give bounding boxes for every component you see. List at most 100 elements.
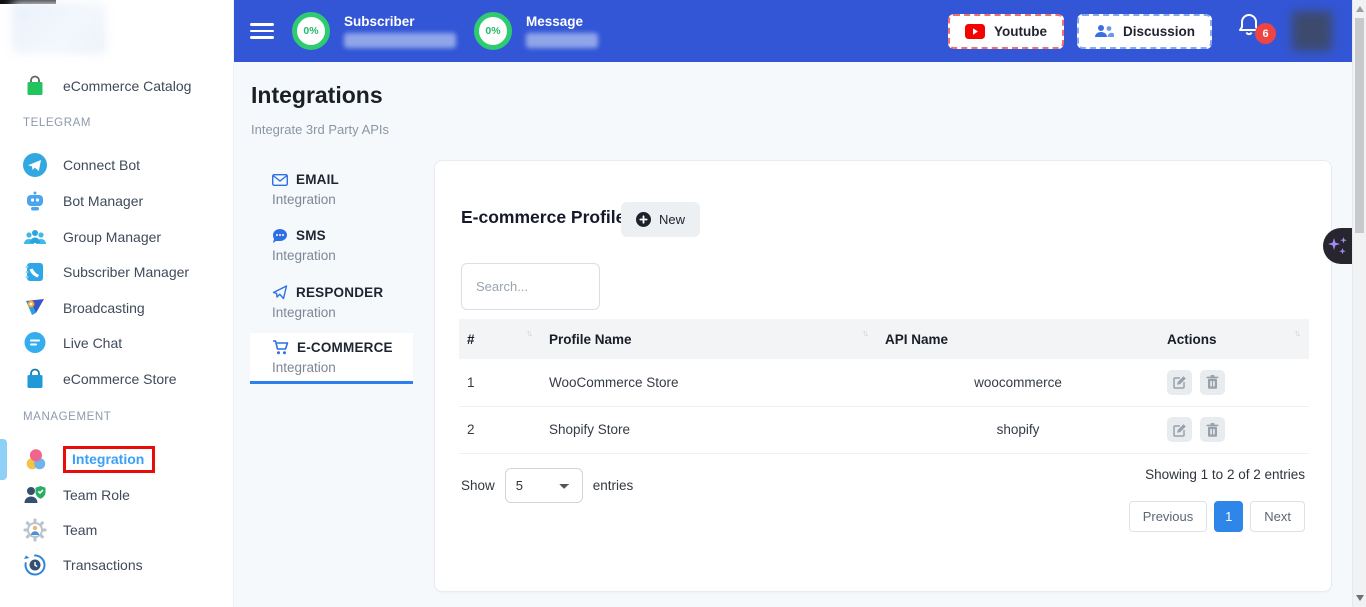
tab-title: RESPONDER: [296, 285, 383, 300]
vertical-scrollbar[interactable]: [1352, 0, 1366, 607]
sparkles-icon: [1327, 234, 1349, 258]
chat-bubble-icon: [22, 330, 48, 356]
edit-button[interactable]: [1167, 370, 1192, 395]
scrollbar-thumb[interactable]: [1355, 18, 1364, 233]
shopping-bag-green-icon: [22, 73, 48, 99]
sidebar-item-label: eCommerce Catalog: [63, 78, 191, 94]
sidebar-item-subscriber-manager[interactable]: Subscriber Manager: [0, 254, 234, 290]
sidebar-section-telegram: TELEGRAM: [0, 117, 234, 129]
sort-icon: ↑↓: [526, 328, 531, 338]
column-label: API Name: [885, 332, 948, 347]
notification-count-badge: 6: [1255, 23, 1276, 44]
paper-plane-icon: [272, 285, 288, 300]
card-title: E-commerce Profile: [461, 207, 625, 228]
column-header-num[interactable]: # ↑↓: [459, 319, 541, 359]
entries-label: entries: [593, 478, 634, 493]
cell-num: 1: [459, 359, 541, 406]
discussion-button[interactable]: Discussion: [1077, 14, 1212, 49]
delete-button[interactable]: [1200, 370, 1225, 395]
people-icon: [1094, 23, 1114, 39]
tab-sms-integration[interactable]: SMS Integration: [272, 228, 422, 263]
search-input[interactable]: [461, 263, 600, 310]
message-progress-ring: 0%: [474, 12, 512, 50]
sidebar-item-label: Connect Bot: [63, 157, 140, 173]
edit-icon: [1173, 375, 1187, 389]
sidebar-item-integration[interactable]: Integration: [0, 441, 234, 477]
youtube-button[interactable]: Youtube: [948, 14, 1064, 49]
youtube-button-label: Youtube: [994, 24, 1047, 39]
tab-title: EMAIL: [296, 172, 339, 187]
main-content: Integrations Integrate 3rd Party APIs EM…: [234, 62, 1352, 607]
edit-icon: [1173, 423, 1187, 437]
table-summary: Showing 1 to 2 of 2 entries: [1145, 467, 1305, 482]
sidebar-item-connect-bot[interactable]: Connect Bot: [0, 147, 234, 183]
sidebar-item-label: Team: [63, 522, 97, 538]
sidebar-item-live-chat[interactable]: Live Chat: [0, 325, 234, 361]
sidebar-item-bot-manager[interactable]: Bot Manager: [0, 183, 234, 219]
subscriber-stat: 0% Subscriber: [292, 12, 456, 50]
page-1-button[interactable]: 1: [1214, 501, 1243, 532]
sidebar-item-ecommerce-store[interactable]: eCommerce Store: [0, 361, 234, 397]
plus-circle-icon: [636, 212, 651, 227]
sms-bubble-icon: [272, 228, 288, 243]
sidebar-item-label: Bot Manager: [63, 193, 143, 209]
edit-button[interactable]: [1167, 417, 1192, 442]
delete-button[interactable]: [1200, 417, 1225, 442]
sidebar-item-label: Subscriber Manager: [63, 264, 189, 280]
sidebar-item-label: Live Chat: [63, 335, 122, 351]
page-subtitle: Integrate 3rd Party APIs: [251, 122, 389, 137]
next-page-button[interactable]: Next: [1250, 501, 1305, 532]
user-avatar[interactable]: [1292, 11, 1332, 51]
discussion-button-label: Discussion: [1123, 24, 1195, 39]
notifications-button[interactable]: 6: [1236, 11, 1270, 51]
sidebar-item-label: Team Role: [63, 487, 130, 503]
assistant-toggle-button[interactable]: [1323, 228, 1352, 264]
history-clock-icon: [22, 552, 48, 578]
hamburger-menu-icon[interactable]: [250, 19, 274, 44]
column-header-profile-name[interactable]: Profile Name↑↓: [541, 319, 877, 359]
new-button[interactable]: New: [621, 202, 700, 237]
youtube-icon: [965, 24, 985, 39]
contact-book-icon: [22, 259, 48, 285]
scroll-up-arrow[interactable]: [1356, 6, 1364, 12]
sidebar-item-label: Broadcasting: [63, 300, 145, 316]
tab-subtitle: Integration: [272, 248, 422, 263]
tab-email-integration[interactable]: EMAIL Integration: [272, 172, 422, 207]
profiles-table: #↑↓ Profile Name↑↓ API Name Actions↑↓ 1 …: [459, 319, 1309, 454]
show-label: Show: [461, 478, 495, 493]
sidebar-item-group-manager[interactable]: Group Manager: [0, 219, 234, 255]
column-header-api-name[interactable]: API Name: [877, 319, 1159, 359]
sidebar-item-team[interactable]: Team: [0, 512, 234, 548]
tab-responder-integration[interactable]: RESPONDER Integration: [272, 285, 422, 320]
trash-icon: [1206, 375, 1219, 389]
sidebar-item-label: Group Manager: [63, 229, 161, 245]
envelope-icon: [272, 174, 288, 186]
column-label: #: [467, 332, 475, 347]
cell-profile-name: Shopify Store: [541, 406, 877, 453]
page-size-select[interactable]: 5: [505, 468, 583, 503]
gear-person-icon: [22, 517, 48, 543]
column-label: Actions: [1167, 332, 1217, 347]
robot-icon: [22, 188, 48, 214]
sidebar-item-ecommerce-catalog[interactable]: eCommerce Catalog: [0, 68, 234, 104]
ecommerce-profile-card: E-commerce Profile New # ↑↓ Profile Name↑…: [434, 160, 1332, 592]
sidebar-item-transactions[interactable]: Transactions: [0, 547, 234, 583]
table-header-row: # ↑↓ Profile Name↑↓ API Name Actions↑↓: [459, 319, 1309, 359]
group-icon: [22, 224, 48, 250]
circles-icon: [22, 446, 48, 472]
message-stat-label: Message: [526, 14, 598, 29]
tab-subtitle: Integration: [272, 305, 422, 320]
sidebar-item-broadcasting[interactable]: Broadcasting: [0, 290, 234, 326]
column-label: Profile Name: [549, 332, 632, 347]
previous-page-button[interactable]: Previous: [1129, 501, 1208, 532]
cart-icon: [272, 340, 289, 355]
cell-api-name: woocommerce: [877, 359, 1159, 406]
column-header-actions[interactable]: Actions↑↓: [1159, 319, 1309, 359]
message-stat-value-redacted: [526, 33, 598, 48]
scroll-down-arrow[interactable]: [1356, 595, 1364, 601]
sidebar-item-team-role[interactable]: Team Role: [0, 477, 234, 513]
tab-title: SMS: [296, 228, 326, 243]
tab-subtitle: Integration: [272, 360, 393, 375]
trash-icon: [1206, 423, 1219, 437]
tab-ecommerce-integration[interactable]: E-COMMERCE Integration: [250, 333, 413, 384]
